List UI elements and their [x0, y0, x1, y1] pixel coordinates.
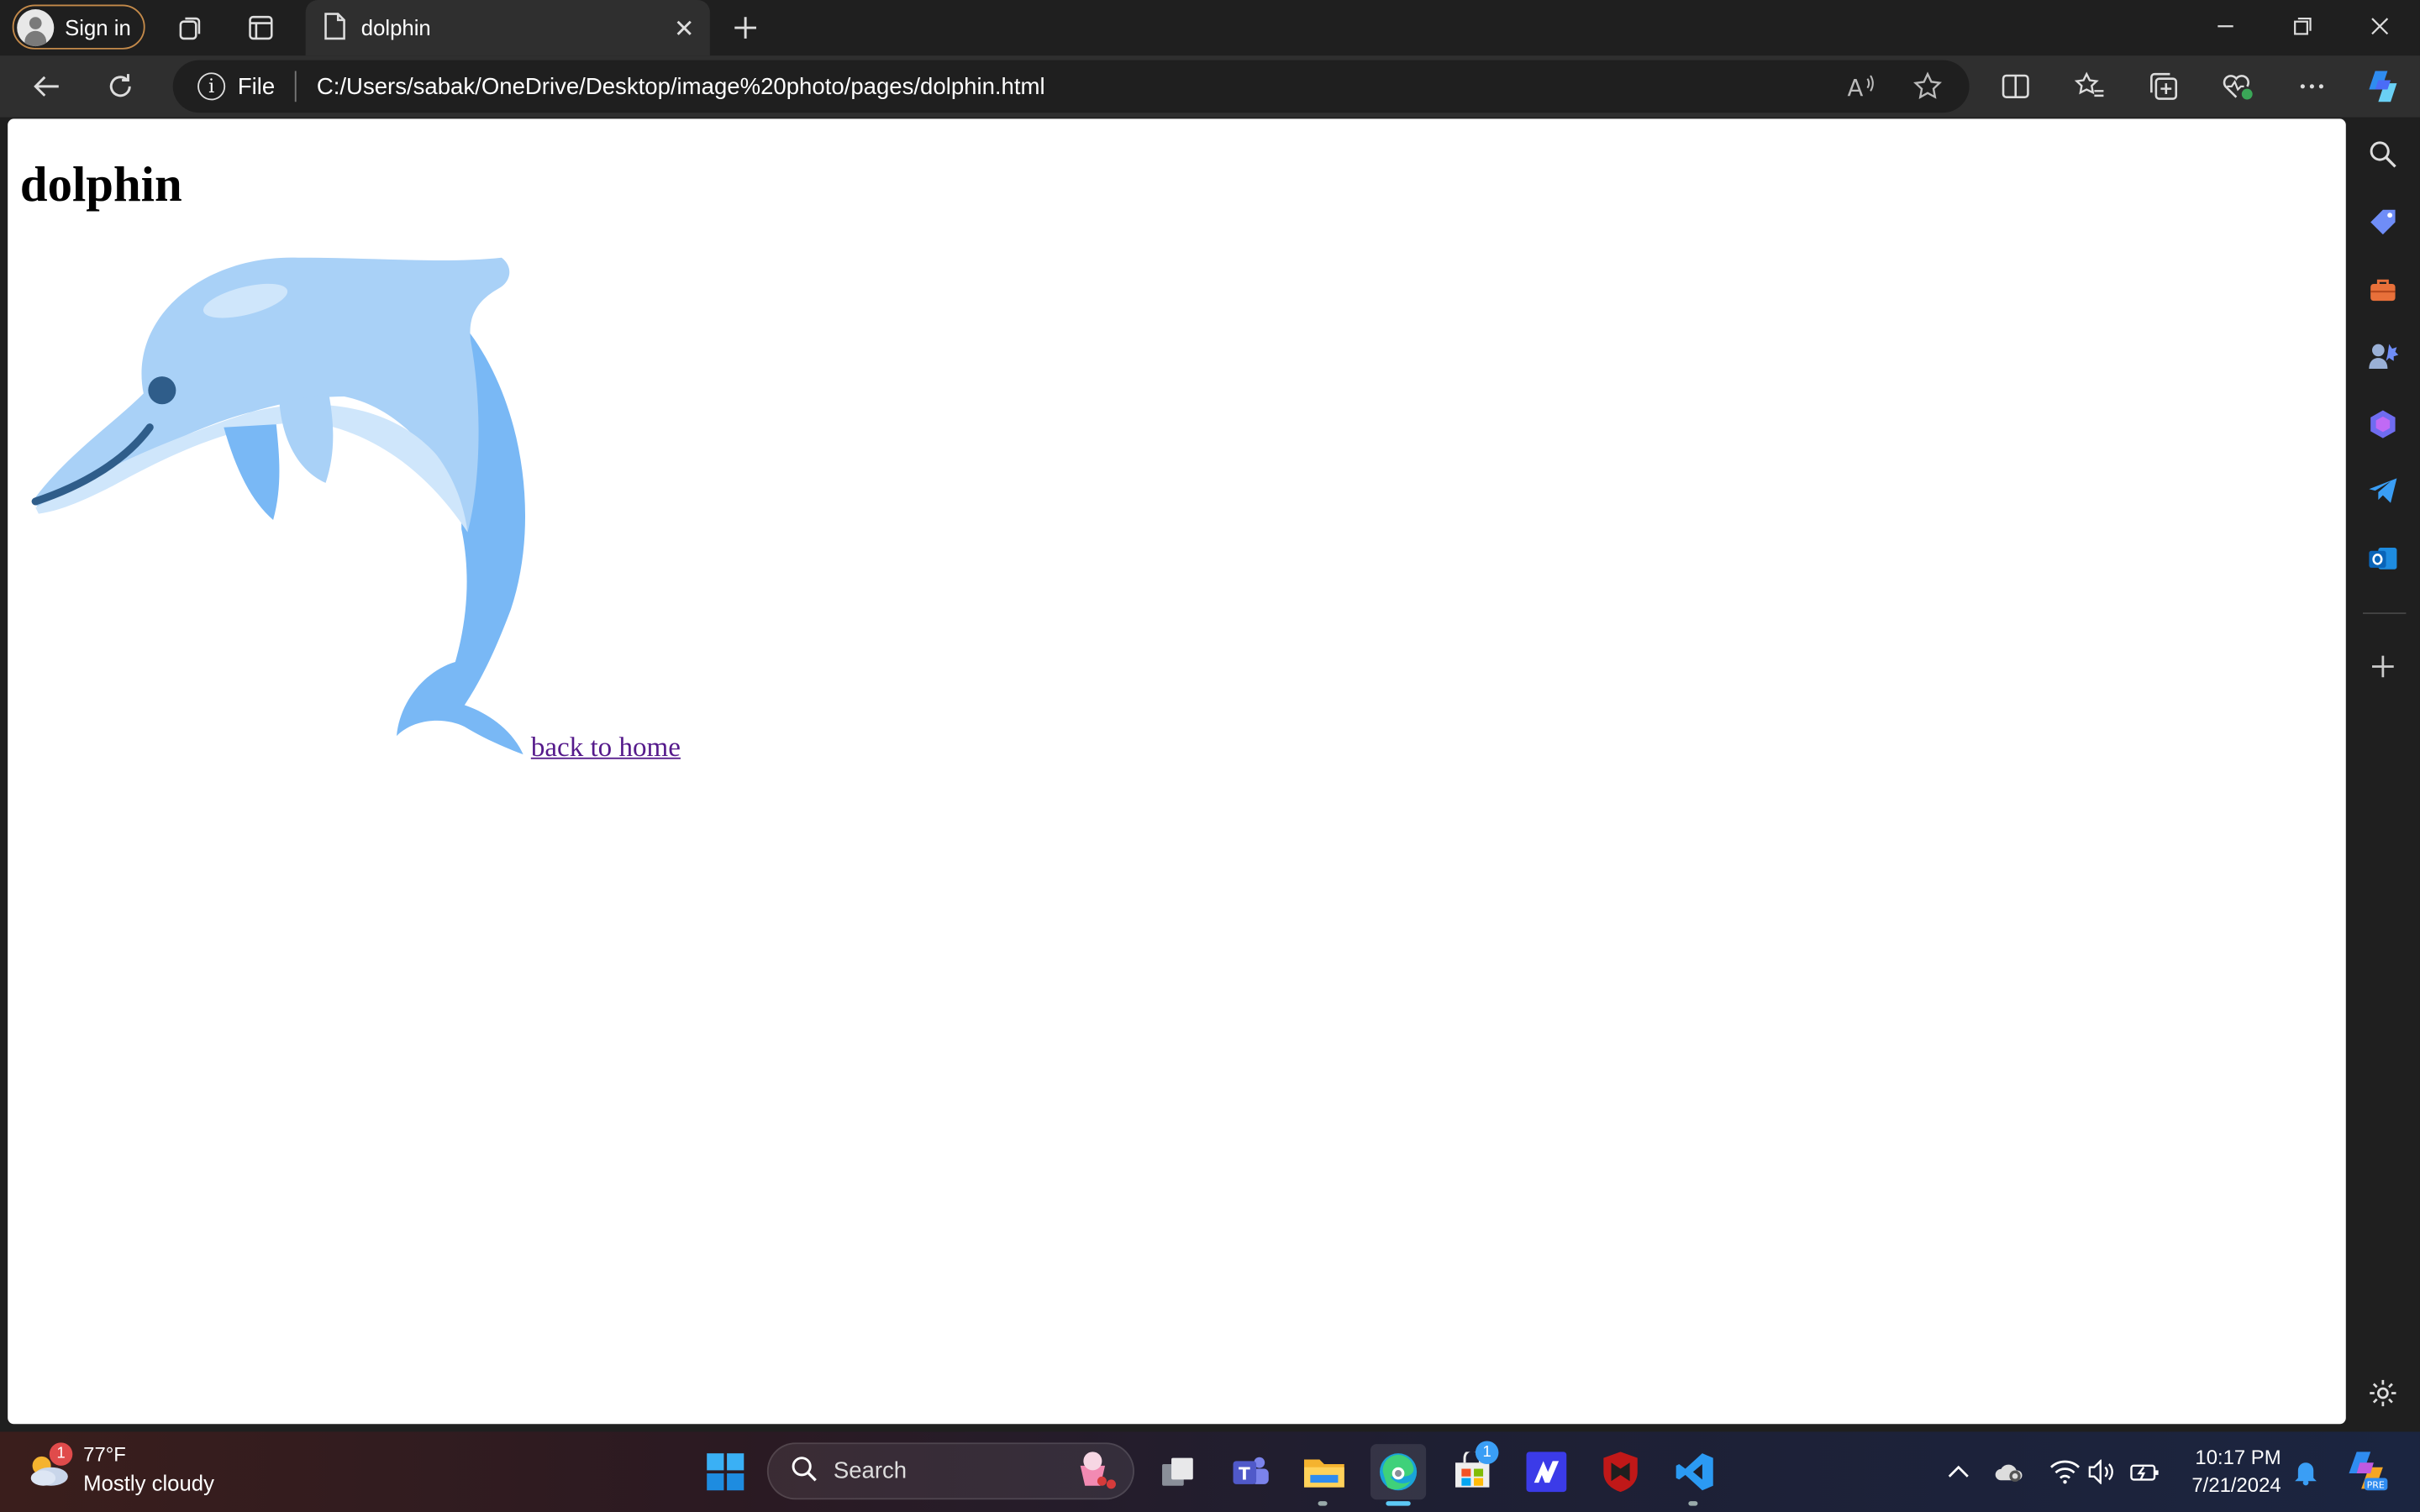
svg-text:PRE: PRE: [2367, 1479, 2385, 1490]
avatar: [17, 8, 55, 46]
search-icon[interactable]: [2366, 137, 2400, 171]
weather-badge: 1: [49, 1442, 73, 1466]
tools-briefcase-icon[interactable]: [2366, 273, 2400, 307]
taskbar-search[interactable]: Search: [766, 1442, 1134, 1500]
settings-gear-icon[interactable]: [2366, 1376, 2400, 1410]
weather-temperature: 77°F: [83, 1442, 126, 1466]
edge-sidebar: [2347, 118, 2420, 1425]
title-bar: Sign in dolphin ✕: [0, 0, 2420, 56]
favorites-icon[interactable]: [2071, 68, 2108, 105]
outlook-icon[interactable]: [2366, 542, 2400, 575]
volume-icon[interactable]: [2086, 1457, 2118, 1488]
edge-browser-icon[interactable]: [1370, 1444, 1427, 1506]
more-options-icon[interactable]: [2293, 68, 2330, 105]
search-icon: [790, 1454, 818, 1488]
add-sidebar-app-icon[interactable]: [2366, 649, 2400, 683]
read-aloud-icon[interactable]: A: [1843, 68, 1880, 105]
page-title: dolphin: [19, 155, 182, 212]
tab-dolphin[interactable]: dolphin ✕: [305, 0, 710, 56]
page-icon: [324, 12, 346, 45]
weather-condition: Mostly cloudy: [83, 1470, 214, 1495]
new-tab-icon[interactable]: [727, 9, 764, 46]
collections-icon[interactable]: [2145, 68, 2182, 105]
page-viewport: dolphin back to home: [8, 118, 2346, 1425]
divider: [295, 71, 297, 102]
refresh-icon[interactable]: [102, 68, 139, 105]
file-explorer-icon[interactable]: [1297, 1444, 1352, 1506]
dolphin-image: [31, 257, 526, 755]
telegram-send-icon[interactable]: [2366, 474, 2400, 507]
system-clock[interactable]: 10:17 PM 7/21/2024: [2179, 1444, 2281, 1499]
tab-title: dolphin: [360, 15, 431, 40]
clock-time: 10:17 PM: [2195, 1445, 2281, 1469]
chevron-up-icon[interactable]: [1943, 1457, 1974, 1488]
wifi-icon[interactable]: [2049, 1457, 2081, 1488]
tab-actions-icon[interactable]: [242, 9, 279, 46]
copilot-icon[interactable]: [2361, 65, 2404, 108]
profile-label: Sign in: [65, 14, 131, 39]
mcafee-shield-icon[interactable]: [1592, 1444, 1648, 1499]
copilot-preview-icon[interactable]: PRE: [2343, 1447, 2389, 1494]
info-icon[interactable]: i: [197, 72, 226, 101]
svg-text:T: T: [1239, 1463, 1250, 1483]
close-tab-icon[interactable]: ✕: [674, 14, 695, 45]
store-badge: 1: [1475, 1441, 1499, 1465]
address-scheme-label: File: [237, 73, 276, 100]
vscode-icon[interactable]: [1667, 1444, 1723, 1506]
svg-text:A: A: [1848, 75, 1864, 102]
task-view-icon[interactable]: [1150, 1444, 1205, 1499]
profile-button[interactable]: Sign in: [12, 4, 145, 50]
back-to-home-link[interactable]: back to home: [531, 732, 681, 764]
address-bar[interactable]: i File C:/Users/sabak/OneDrive/Desktop/i…: [172, 60, 1970, 113]
visual-studio-app-icon[interactable]: [1518, 1444, 1574, 1499]
weather-widget[interactable]: 1 77°F Mostly cloudy: [24, 1441, 214, 1496]
search-highlight-icon: [1071, 1446, 1121, 1496]
shopping-tag-icon[interactable]: [2366, 205, 2400, 239]
games-icon[interactable]: [2366, 339, 2400, 373]
onedrive-cloud-icon[interactable]: [1994, 1457, 2025, 1488]
start-windows-icon[interactable]: [697, 1444, 753, 1499]
workspaces-icon[interactable]: [171, 9, 208, 46]
restore-button[interactable]: [2265, 0, 2339, 52]
back-arrow-icon[interactable]: [28, 68, 65, 105]
notification-bell-icon[interactable]: [2291, 1457, 2322, 1488]
weather-cloud-icon: 1: [24, 1442, 73, 1492]
browser-essentials-icon[interactable]: [2219, 68, 2256, 105]
clock-date: 7/21/2024: [2191, 1473, 2281, 1497]
sidebar-divider: [2362, 612, 2407, 615]
microsoft-store-icon[interactable]: 1: [1444, 1441, 1500, 1499]
close-window-button[interactable]: [2343, 0, 2417, 52]
address-toolbar: i File C:/Users/sabak/OneDrive/Desktop/i…: [0, 55, 2420, 118]
minimize-button[interactable]: [2188, 0, 2262, 52]
split-screen-icon[interactable]: [1997, 68, 2034, 105]
microsoft-365-icon[interactable]: [2366, 407, 2400, 441]
battery-icon[interactable]: [2130, 1457, 2161, 1488]
favorite-star-icon[interactable]: [1909, 68, 1946, 105]
search-placeholder: Search: [833, 1457, 908, 1484]
url-text[interactable]: C:/Users/sabak/OneDrive/Desktop/image%20…: [317, 73, 1045, 99]
windows-taskbar: 1 77°F Mostly cloudy Search T 1 10:17 PM…: [0, 1431, 2420, 1512]
teams-icon[interactable]: T: [1223, 1444, 1278, 1499]
